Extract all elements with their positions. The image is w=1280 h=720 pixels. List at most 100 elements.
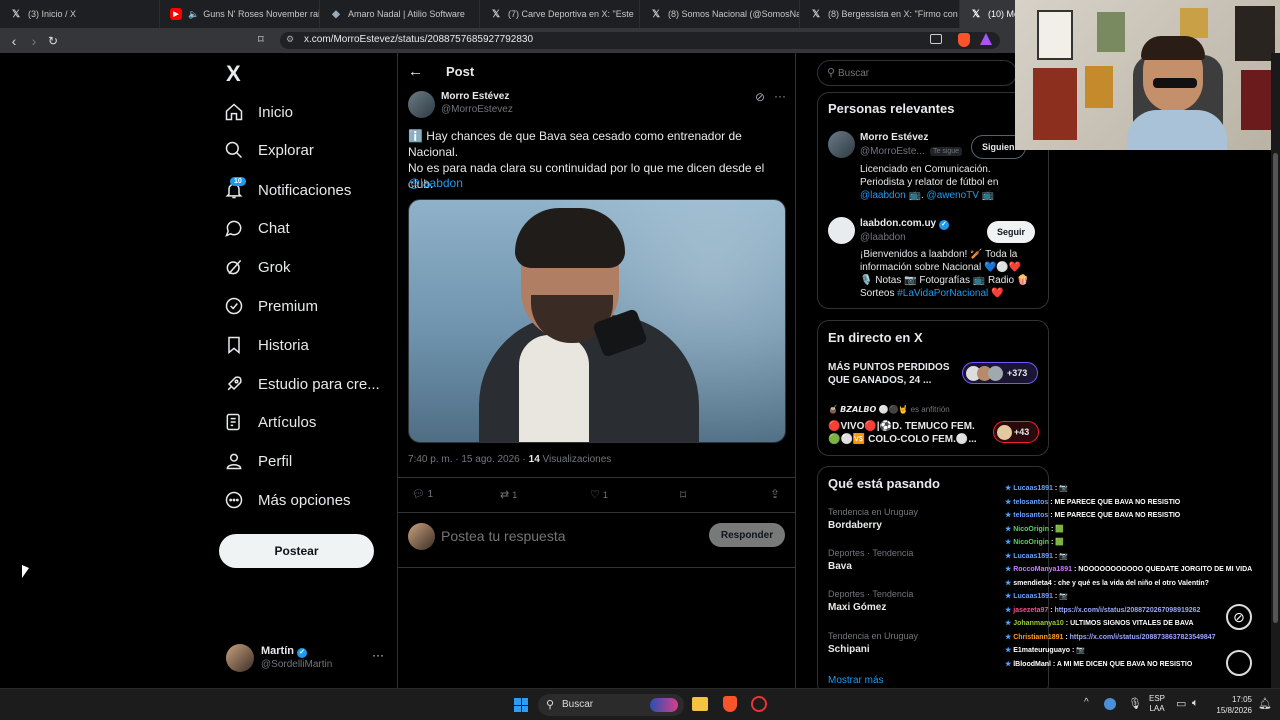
- browser-tab[interactable]: ◆ Amaro Nadal | Atilio Software: [320, 0, 480, 28]
- trend-item[interactable]: Deportes · Tendencia Bava: [828, 548, 913, 572]
- volume-icon[interactable]: 🔈︎: [1192, 697, 1199, 710]
- space-title[interactable]: MÁS PUNTOS PERDIDOS QUE GANADOS, 24 ...: [828, 361, 950, 387]
- chat-message: ★ telosantos : ME PARECE QUE BAVA NO RES…: [1005, 498, 1180, 506]
- bookmark-page-icon[interactable]: ⌑: [258, 33, 264, 46]
- more-icon[interactable]: ···: [372, 648, 384, 662]
- account-switcher[interactable]: Martín ✓ @SordelliMartin ···: [220, 640, 390, 678]
- sidebar-item-mas-opciones[interactable]: Más opciones: [224, 483, 351, 517]
- browser-tab[interactable]: 𝕏 (8) Bergessista en X: "Firmo con las: [800, 0, 960, 28]
- trend-item[interactable]: Tendencia en Uruguay Bordaberry: [828, 507, 918, 531]
- browser-tab[interactable]: 𝕏 (8) Somos Nacional (@SomosNaci: [640, 0, 800, 28]
- network-icon[interactable]: ▭: [1176, 697, 1186, 710]
- sidebar-item-notificaciones[interactable]: Notificaciones 10: [224, 173, 351, 207]
- person-shirt-shape: [1127, 110, 1227, 150]
- x-logo-icon: 𝕏: [11, 8, 21, 20]
- grok-icon[interactable]: ⊘: [755, 90, 765, 104]
- x-logo-icon: 𝕏: [651, 8, 661, 20]
- person-bio: ¡Bienvenidos a laabdon! 🏏 Toda la inform…: [860, 249, 1030, 299]
- scrollbar-thumb[interactable]: [1273, 153, 1278, 623]
- search-box[interactable]: ⚲: [817, 60, 1017, 86]
- browser-tab[interactable]: 𝕏 (3) Inicio / X: [0, 0, 160, 28]
- sidebar-item-articulos[interactable]: Artículos: [224, 405, 316, 439]
- grok-icon[interactable]: ⊘: [1226, 604, 1252, 630]
- sidebar-item-estudio[interactable]: Estudio para cre...: [224, 367, 380, 401]
- space-title[interactable]: 🔴VIVO🔴|⚽D. TEMUCO FEM. 🟢⚪🆚 COLO-COLO FEM…: [828, 420, 977, 446]
- post-button[interactable]: Postear: [219, 534, 374, 568]
- star-badge-icon: ★: [1005, 525, 1014, 533]
- brave-browser-icon[interactable]: [723, 696, 737, 712]
- sidebar-item-inicio[interactable]: Inicio: [224, 95, 293, 129]
- clock[interactable]: 17:05 15/8/2026: [1212, 694, 1252, 716]
- person-name[interactable]: Morro Estévez: [860, 132, 928, 143]
- search-icon: ⚲: [827, 67, 836, 79]
- tweet-author[interactable]: Morro Estévez: [441, 91, 509, 102]
- cast-icon[interactable]: [930, 34, 942, 44]
- url-field[interactable]: ⚙ x.com/MorroEstevez/status/208875768592…: [280, 32, 1000, 49]
- tweet-mention[interactable]: @laabdon: [408, 176, 463, 190]
- windows-start-icon[interactable]: [514, 698, 528, 712]
- sidebar-item-grok[interactable]: Grok: [224, 250, 291, 284]
- more-icon[interactable]: ···: [774, 89, 786, 103]
- browser-tab[interactable]: ▶ 🔈 Guns N' Roses November rain -: [160, 0, 320, 28]
- site-settings-icon[interactable]: ⚙: [286, 34, 294, 45]
- brave-shield-icon[interactable]: [958, 33, 970, 47]
- language-indicator[interactable]: ESP LAA: [1149, 694, 1165, 714]
- forward-arrow-icon[interactable]: ›: [24, 33, 44, 49]
- app-icon[interactable]: [751, 696, 767, 712]
- tweet-text: ℹ️ Hay chances de que Bava sea cesado co…: [408, 129, 765, 191]
- x-logo[interactable]: X: [226, 61, 241, 87]
- follows-you-badge: Te sigue: [930, 147, 963, 156]
- sidebar-item-historia[interactable]: Historia: [224, 328, 309, 362]
- shirt-shape: [519, 335, 589, 442]
- file-explorer-icon[interactable]: [692, 697, 708, 711]
- chat-username: Lucaas1891: [1013, 485, 1053, 492]
- bookmark-icon[interactable]: ⌑: [680, 488, 686, 502]
- search-input[interactable]: [838, 65, 1008, 81]
- like-button[interactable]: ♡ 1: [590, 488, 608, 501]
- space-listeners[interactable]: +43: [993, 421, 1039, 443]
- browser-tab[interactable]: 𝕏 (7) Carve Deportiva en X: "Este: [480, 0, 640, 28]
- main-column: ← Post Morro Estévez @MorroEstevez ⊘ ···…: [397, 53, 796, 689]
- sidebar-item-premium[interactable]: Premium: [224, 289, 318, 323]
- sidebar-item-perfil[interactable]: Perfil: [224, 444, 292, 478]
- avatar[interactable]: [828, 131, 855, 158]
- chat-username: lBloodManl: [1013, 660, 1051, 668]
- person-name[interactable]: laabdon.com.uy ✓: [860, 218, 949, 230]
- avatar[interactable]: [828, 217, 855, 244]
- x-logo-icon: 𝕏: [491, 8, 501, 20]
- sidebar-item-chat[interactable]: Chat: [224, 211, 290, 245]
- trend-item[interactable]: Tendencia en Uruguay Schipani: [828, 631, 918, 655]
- notification-center-icon[interactable]: 🔔︎: [1258, 697, 1272, 710]
- trend-item[interactable]: Deportes · Tendencia Maxi Gómez: [828, 589, 913, 613]
- reply-submit-button[interactable]: Responder: [709, 523, 785, 547]
- reply-input[interactable]: [441, 525, 691, 547]
- space-listeners[interactable]: +373: [962, 362, 1038, 384]
- tweet-handle[interactable]: @MorroEstevez: [441, 104, 513, 115]
- tray-app-icon[interactable]: [1104, 698, 1116, 710]
- taskbar-search[interactable]: ⚲ Buscar: [538, 694, 684, 716]
- show-more-link[interactable]: Mostrar más: [828, 675, 884, 686]
- person-handle[interactable]: @MorroEste...: [860, 146, 925, 157]
- share-icon[interactable]: ⇪: [770, 487, 780, 501]
- scrollbar[interactable]: [1271, 53, 1280, 688]
- microphone-icon[interactable]: 🎙︎: [1128, 697, 1142, 710]
- verified-icon: ✓: [297, 648, 308, 658]
- back-arrow-icon[interactable]: ←: [408, 63, 423, 80]
- chat-username: Lucaas1891: [1013, 552, 1053, 560]
- follow-button[interactable]: Seguir: [987, 221, 1036, 243]
- search-highlight-icon: [650, 698, 678, 712]
- star-badge-icon: ★: [1005, 539, 1014, 546]
- retweet-button[interactable]: ⇄ 1: [500, 488, 517, 501]
- reply-button[interactable]: 💬︎ 1: [412, 489, 433, 500]
- chat-bubble-icon[interactable]: [1226, 650, 1252, 676]
- back-arrow-icon[interactable]: ‹: [4, 33, 24, 49]
- reload-icon[interactable]: ↻: [43, 34, 63, 48]
- sidebar-item-explorar[interactable]: Explorar: [224, 133, 314, 167]
- retweet-icon: ⇄: [500, 489, 510, 501]
- avatar[interactable]: [408, 91, 435, 118]
- account-handle: @SordelliMartin: [261, 659, 333, 670]
- person-handle[interactable]: @laabdon: [860, 232, 906, 243]
- brave-rewards-icon[interactable]: [980, 33, 992, 45]
- tweet-image[interactable]: [408, 199, 786, 443]
- chevron-up-icon[interactable]: ^: [1084, 697, 1089, 708]
